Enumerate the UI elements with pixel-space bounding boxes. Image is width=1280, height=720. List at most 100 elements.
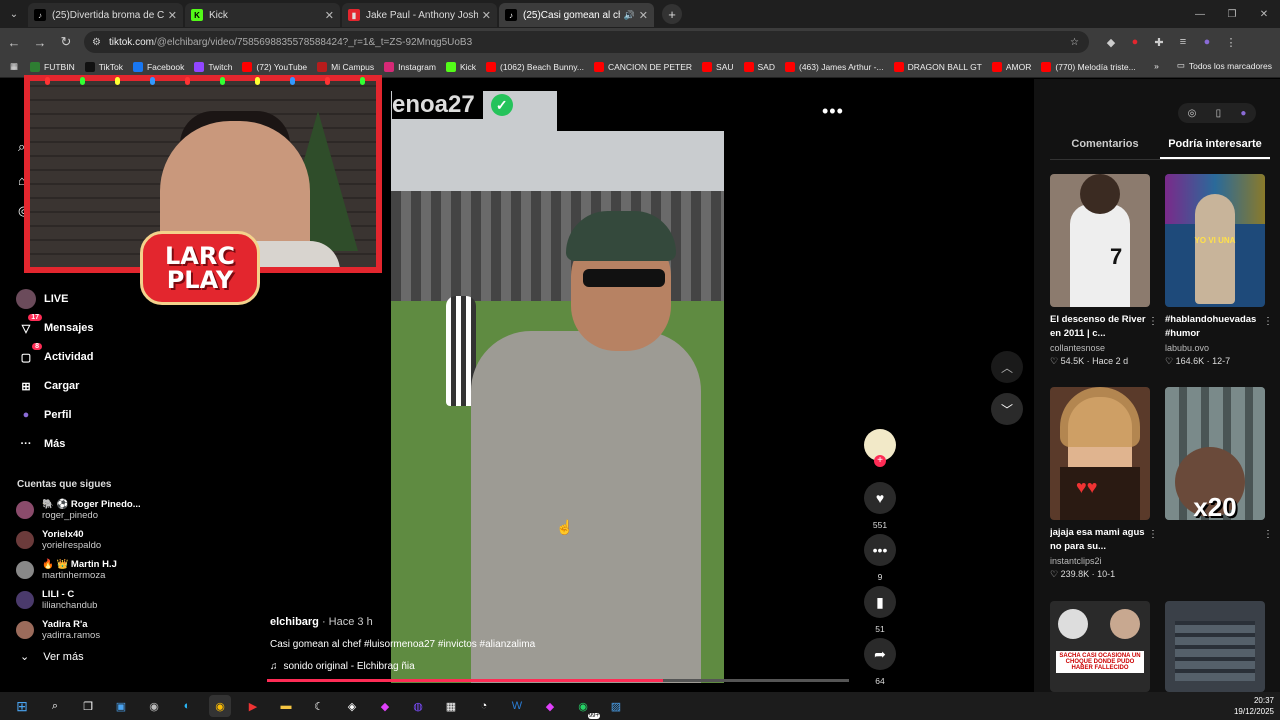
sidebar-item-profile[interactable]: ● Perfil	[16, 405, 72, 425]
tab-comments[interactable]: Comentarios	[1050, 134, 1160, 159]
video-thumbnail[interactable]: 7	[1050, 174, 1150, 307]
store-icon[interactable]: ▣	[110, 695, 132, 717]
video-thumbnail[interactable]: SACHA CASI OCASIONA UN CHOQUE DONDE PUDO…	[1050, 601, 1150, 692]
reload-icon[interactable]: ↻	[54, 30, 78, 54]
bookmark-item[interactable]: Instagram	[384, 61, 436, 72]
author-avatar[interactable]: +	[864, 429, 896, 467]
bookmark-item[interactable]: SAU	[702, 61, 734, 72]
bookmark-item[interactable]: TikTok	[84, 61, 123, 72]
sound-name[interactable]: sonido original - Elchibrag ñia	[284, 661, 415, 672]
device-icon[interactable]: ▯	[1216, 108, 1222, 119]
close-icon[interactable]: ✕	[325, 9, 334, 22]
tab-1[interactable]: ♪ (25)Divertida broma de Coca C ✕	[28, 3, 183, 27]
see-more-button[interactable]: ⌄ Ver más	[20, 650, 84, 664]
bookmark-item[interactable]: (463) James Arthur -...	[785, 61, 884, 72]
whatsapp-icon[interactable]: ◉ 99+	[572, 695, 600, 719]
app-pink-icon[interactable]: ◆	[539, 695, 561, 717]
chrome-icon[interactable]: ◉	[209, 695, 231, 717]
tab-2[interactable]: K Kick ✕	[185, 3, 340, 27]
speaker-icon[interactable]: 🔊	[624, 10, 635, 21]
task-view-icon[interactable]: ❐	[77, 695, 99, 717]
profile-avatar-icon[interactable]: ●	[1195, 36, 1219, 49]
close-window-icon[interactable]: ✕	[1248, 0, 1280, 28]
card-author[interactable]: collantesnose	[1050, 343, 1150, 353]
sidebar-item-live[interactable]: LIVE	[16, 289, 68, 309]
card-menu-icon[interactable]: ⋮	[1263, 529, 1273, 540]
bookmark-item[interactable]: FUTBIN	[30, 61, 75, 72]
close-icon[interactable]: ✕	[482, 9, 491, 22]
forward-icon[interactable]: →	[28, 30, 52, 54]
bookmark-button[interactable]: ▮ 51	[864, 586, 896, 634]
tab-search-icon[interactable]: ⌄	[0, 0, 28, 28]
bookmark-item[interactable]: (72) YouTube	[242, 61, 307, 72]
bookmark-item[interactable]: Twitch	[194, 61, 232, 72]
video-thumbnail[interactable]	[1165, 601, 1265, 692]
following-account[interactable]: 🐘 ⚽ Roger Pinedo... roger_pinedo	[16, 499, 141, 521]
coin-icon[interactable]: ◎	[1188, 108, 1197, 119]
star-icon[interactable]: ☆	[1070, 37, 1079, 48]
search-icon[interactable]: ⌕	[44, 695, 66, 717]
app-icon[interactable]: ◍	[407, 695, 429, 717]
video-thumbnail[interactable]: x20	[1165, 387, 1265, 520]
comment-icon[interactable]: •••	[864, 534, 896, 566]
bookmark-item[interactable]: Kick	[445, 61, 476, 72]
card-menu-icon[interactable]: ⋮	[1148, 529, 1158, 540]
previous-video-button[interactable]: ︿	[991, 351, 1023, 383]
heart-icon[interactable]: ♥	[864, 482, 896, 514]
bookmarks-more-button[interactable]: »	[1154, 61, 1159, 71]
sidebar-item-activity[interactable]: ▢ 8 Actividad	[16, 343, 94, 367]
bookmark-icon[interactable]: ▮	[864, 586, 896, 618]
edge-icon[interactable]: ◐	[176, 695, 198, 717]
following-account[interactable]: 🔥 👑 Martin H.J martinhermoza	[16, 559, 117, 581]
media-icon[interactable]: ≡	[1171, 36, 1195, 49]
puzzle-icon[interactable]: ✚	[1147, 36, 1171, 49]
windows-start-icon[interactable]: ⊞	[11, 695, 33, 717]
card-menu-icon[interactable]: ⋮	[1263, 316, 1273, 327]
suggested-video-card[interactable]: SACHA CASI OCASIONA UN CHOQUE DONDE PUDO…	[1050, 601, 1150, 692]
following-account[interactable]: Yorielx40 yorielrespaldo	[16, 529, 101, 551]
video-thumbnail[interactable]: YO VI UNA	[1165, 174, 1265, 307]
app-icon[interactable]: ☾	[308, 695, 330, 717]
user-avatar-icon[interactable]: ●	[1240, 108, 1246, 119]
tab-suggestions[interactable]: Podría interesarte	[1160, 134, 1270, 159]
app-icon[interactable]: ◈	[341, 695, 363, 717]
bookmark-item[interactable]: (770) Melodía triste...	[1041, 61, 1136, 72]
close-icon[interactable]: ✕	[639, 9, 648, 22]
video-progress-bar[interactable]	[267, 679, 849, 682]
bookmark-item[interactable]: SAD	[743, 61, 775, 72]
video-author[interactable]: elchibarg · Hace 3 h	[270, 616, 373, 628]
following-account[interactable]: LILI - Clilianchandub	[16, 589, 97, 611]
suggested-video-card[interactable]	[1165, 601, 1265, 692]
photos-icon[interactable]: ▨	[605, 695, 627, 717]
card-author[interactable]: labubu.ovo	[1165, 343, 1265, 353]
bookmark-item[interactable]: Facebook	[132, 61, 184, 72]
suggested-video-card[interactable]: 7 El descenso de River en 2011 | c... co…	[1050, 174, 1158, 367]
tab-4-active[interactable]: ♪ (25)Casi gomean al chef #lu 🔊 ✕	[499, 3, 654, 27]
app-icon[interactable]: ◉	[143, 695, 165, 717]
sidebar-item-upload[interactable]: ⊞ Cargar	[16, 376, 79, 396]
maximize-icon[interactable]: ❐	[1216, 0, 1248, 28]
following-account[interactable]: Yadira R'a yadirra.ramos	[16, 619, 100, 641]
sidebar-item-messages[interactable]: ▽ 17 Mensajes	[16, 314, 94, 338]
share-icon[interactable]: ➦	[864, 638, 896, 670]
minimize-icon[interactable]: —	[1184, 0, 1216, 28]
heart-button[interactable]: ♥ 551	[864, 482, 896, 530]
video-sound[interactable]: ♫ sonido original - Elchibrag ñia	[270, 661, 415, 672]
extension-red-icon[interactable]: ●	[1123, 36, 1147, 49]
site-info-icon[interactable]: ⚙	[92, 37, 101, 48]
follow-plus-icon[interactable]: +	[874, 455, 886, 467]
video-player[interactable]	[391, 91, 724, 683]
system-clock[interactable]: 20:37 19/12/2025	[1234, 695, 1274, 717]
author-name[interactable]: elchibarg	[270, 616, 319, 628]
url-input[interactable]: ⚙ tiktok.com /@elchibarg/video/758569883…	[84, 31, 1089, 53]
comment-button[interactable]: ••• 9	[864, 534, 896, 582]
calculator-icon[interactable]: ▦	[440, 695, 462, 717]
card-author[interactable]: instantclips2i	[1050, 556, 1150, 566]
bookmark-item[interactable]: Mi Campus	[317, 61, 374, 72]
sidebar-item-more[interactable]: ··· Más	[16, 434, 66, 454]
close-icon[interactable]: ✕	[168, 9, 177, 22]
bookmark-item[interactable]: CANCION DE PETER	[593, 61, 692, 72]
tab-3[interactable]: ▮ Jake Paul - Anthony Joshua Bo ✕	[342, 3, 497, 27]
card-menu-icon[interactable]: ⋮	[1148, 316, 1158, 327]
app-pink-icon[interactable]: ◆	[374, 695, 396, 717]
